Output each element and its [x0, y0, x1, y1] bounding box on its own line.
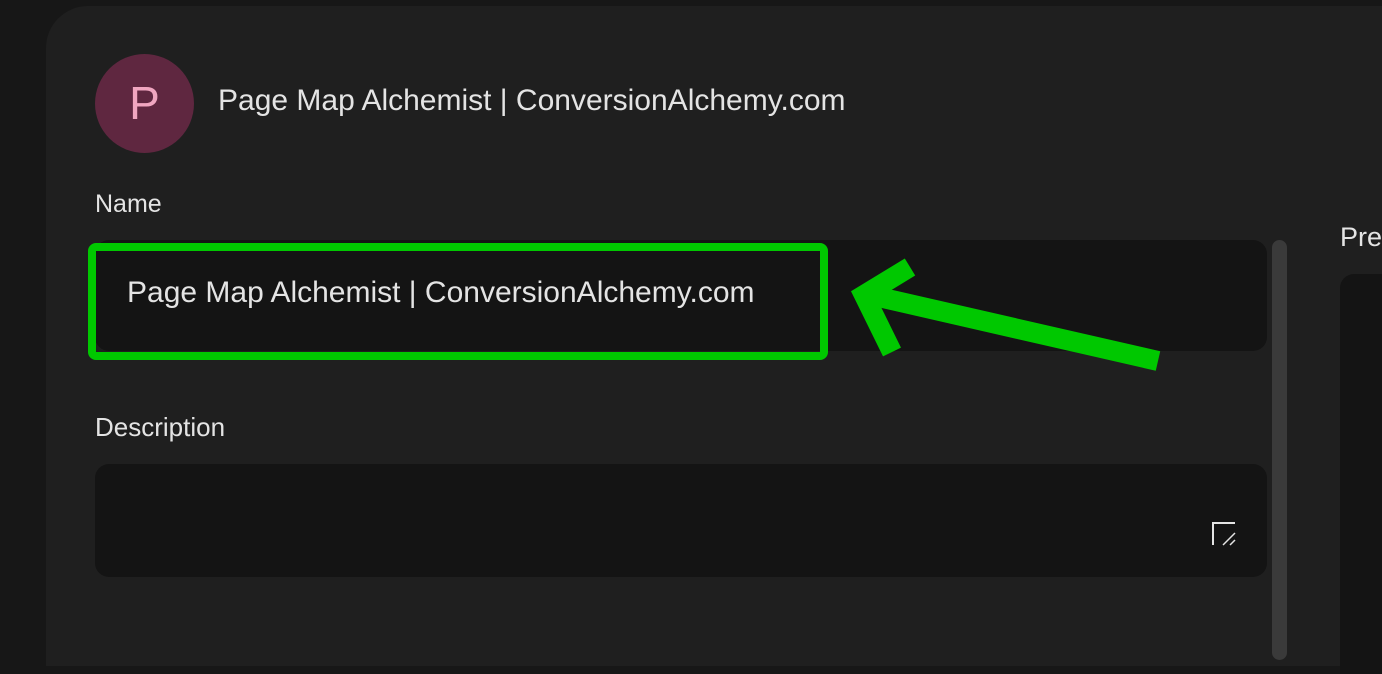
description-label: Description: [95, 412, 226, 442]
avatar[interactable]: P: [95, 54, 194, 153]
avatar-letter: P: [129, 77, 160, 129]
annotation-arrow-icon: [850, 258, 1161, 371]
name-label: Name: [95, 190, 162, 217]
annotation-highlight-box: [88, 243, 828, 360]
description-textarea[interactable]: [95, 464, 1267, 577]
name-label-clip: Name: [0, 187, 1300, 217]
scrollbar[interactable]: [1272, 240, 1287, 660]
textarea-resize-icon[interactable]: [1211, 521, 1237, 547]
preview-label: Pre: [1340, 222, 1382, 252]
preview-pane: [1340, 274, 1382, 674]
page-title: Page Map Alchemist | ConversionAlchemy.c…: [218, 84, 846, 117]
